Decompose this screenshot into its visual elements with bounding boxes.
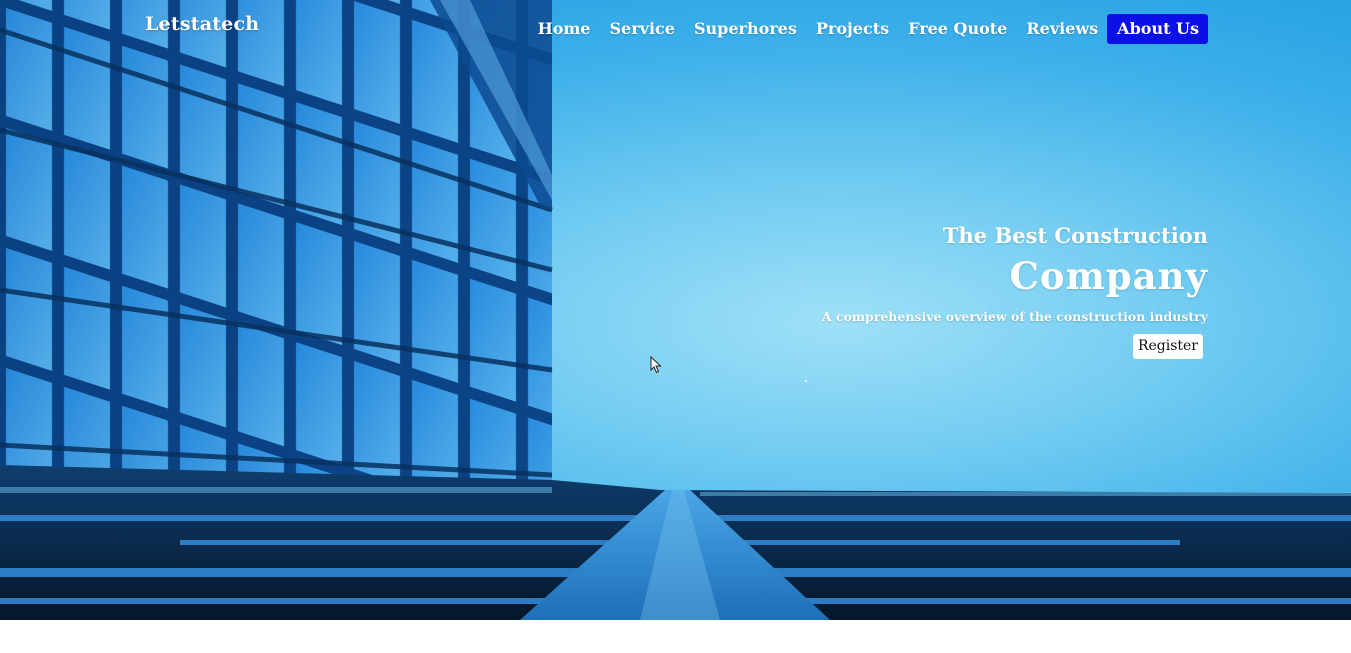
nav-item-projects[interactable]: Projects: [806, 14, 898, 44]
nav-item-home[interactable]: Home: [528, 14, 600, 44]
page-below-hero: [0, 620, 1351, 653]
nav-item-reviews[interactable]: Reviews: [1016, 14, 1107, 44]
hero-text-block: The Best Construction Company A comprehe…: [822, 222, 1208, 359]
nav-item-superhores[interactable]: Superhores: [684, 14, 806, 44]
nav-item-free-quote[interactable]: Free Quote: [898, 14, 1016, 44]
nav-item-service[interactable]: Service: [599, 14, 683, 44]
nav-item-about-us[interactable]: About Us: [1107, 14, 1208, 44]
register-button[interactable]: Register: [1132, 334, 1203, 359]
hero-tagline: The Best Construction: [942, 223, 1208, 248]
brand-logo[interactable]: Letstatech: [145, 13, 259, 35]
mouse-pointer-icon: [650, 356, 662, 374]
hero-section: Letstatech Home Service Superhores Proje…: [0, 0, 1351, 620]
sparkle-dot: [805, 380, 807, 382]
main-navigation: Home Service Superhores Projects Free Qu…: [528, 14, 1208, 44]
hero-subtitle: A comprehensive overview of the construc…: [821, 309, 1208, 324]
hero-headline: Company: [1009, 254, 1208, 298]
